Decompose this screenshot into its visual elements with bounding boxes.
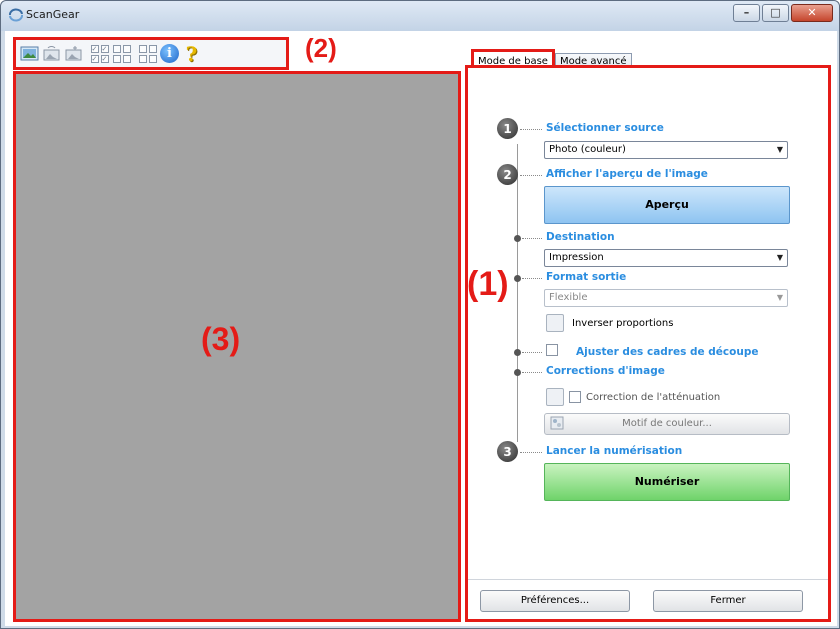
preview-button[interactable]: Aperçu: [544, 186, 790, 224]
image-corrections-title: Corrections d'image: [546, 365, 665, 377]
empty-grid-icon: [112, 44, 131, 63]
info-icon: i: [160, 44, 179, 63]
panel-footer: Préférences... Fermer: [468, 579, 828, 619]
color-pattern-button[interactable]: Motif de couleur...: [544, 413, 790, 435]
toolbar: i ?: [13, 37, 289, 70]
step-3-leader: [520, 452, 542, 453]
crop-frames-leader: [522, 352, 542, 353]
callout-toolbar: (2): [305, 33, 337, 63]
title-bar: ScanGear – □ ✕: [1, 1, 839, 31]
help-button[interactable]: ?: [182, 41, 201, 66]
destination-leader: [522, 238, 542, 239]
dropdown-arrow-icon: ▼: [776, 253, 783, 262]
color-pattern-label: Motif de couleur...: [622, 418, 712, 429]
color-pattern-icon: [549, 415, 567, 433]
start-scan-title: Lancer la numérisation: [546, 445, 683, 457]
corrections-dot: [514, 369, 521, 376]
fading-correction-icon: [546, 388, 564, 406]
crop-frames-dot: [514, 349, 521, 356]
dropdown-arrow-icon: ▼: [776, 145, 783, 154]
minimize-icon: –: [743, 6, 750, 19]
close-button[interactable]: Fermer: [653, 590, 803, 612]
step-3-badge: 3: [497, 441, 518, 462]
step-1-badge: 1: [497, 118, 518, 139]
fading-correction-label: Correction de l'atténuation: [586, 392, 721, 403]
window-title: ScanGear: [26, 8, 80, 21]
dropdown-arrow-icon: ▼: [776, 293, 783, 302]
step-connector-line: [517, 144, 518, 442]
settings-panel: 1 Sélectionner source Photo (couleur) ▼ …: [465, 65, 831, 622]
scangear-window: ScanGear – □ ✕ ✓ ✓ ✓ ✓ i ? (2) (3) Mode …: [0, 0, 840, 629]
output-size-dot: [514, 275, 521, 282]
source-select[interactable]: Photo (couleur) ▼: [544, 141, 788, 159]
maximize-button[interactable]: □: [762, 4, 789, 22]
preview-rotate-left-icon[interactable]: [42, 44, 61, 63]
step-2-badge: 2: [497, 164, 518, 185]
corrections-leader: [522, 372, 542, 373]
crop-frames-label: Ajuster des cadres de découpe: [576, 346, 759, 358]
preview-image-title: Afficher l'aperçu de l'image: [546, 168, 708, 180]
scan-photo-icon[interactable]: [20, 44, 39, 63]
output-size-title: Format sortie: [546, 271, 627, 283]
output-size-select[interactable]: Flexible ▼: [544, 289, 788, 307]
step-1-leader: [520, 129, 542, 130]
minimize-button[interactable]: –: [733, 4, 760, 22]
select-all-frames-icon[interactable]: [90, 44, 109, 63]
thumbnail-grid-icon: [138, 44, 157, 63]
destination-select[interactable]: Impression ▼: [544, 249, 788, 267]
invert-ratio-label: Inverser proportions: [572, 318, 674, 329]
destination-select-value: Impression: [549, 252, 604, 263]
info-button[interactable]: i: [160, 44, 179, 63]
checked-grid-icon: [90, 44, 109, 63]
callout-preview: (3): [201, 321, 241, 357]
step-2-leader: [520, 175, 542, 176]
fading-correction-checkbox[interactable]: [569, 391, 581, 403]
callout-panel: (1): [467, 265, 509, 303]
close-icon: ✕: [807, 6, 817, 19]
thumbnail-view-icon[interactable]: [138, 44, 157, 63]
client-area: i ? (2) (3) Mode de base Mode avancé 1 S…: [5, 31, 837, 626]
app-icon: [9, 8, 23, 22]
deselect-frames-icon[interactable]: [112, 44, 131, 63]
destination-dot: [514, 235, 521, 242]
output-size-select-value: Flexible: [549, 292, 588, 303]
select-source-title: Sélectionner source: [546, 122, 664, 134]
preview-rotate-right-icon[interactable]: [64, 44, 83, 63]
invert-ratio-icon[interactable]: [546, 314, 564, 332]
close-window-button[interactable]: ✕: [791, 4, 833, 22]
destination-title: Destination: [546, 231, 615, 243]
help-icon: ?: [185, 41, 198, 66]
output-size-leader: [522, 278, 542, 279]
preferences-button[interactable]: Préférences...: [480, 590, 630, 612]
source-select-value: Photo (couleur): [549, 144, 626, 155]
maximize-icon: □: [770, 6, 781, 19]
window-controls: – □ ✕: [731, 4, 833, 22]
crop-frames-checkbox[interactable]: [546, 344, 558, 356]
scan-button[interactable]: Numériser: [544, 463, 790, 501]
